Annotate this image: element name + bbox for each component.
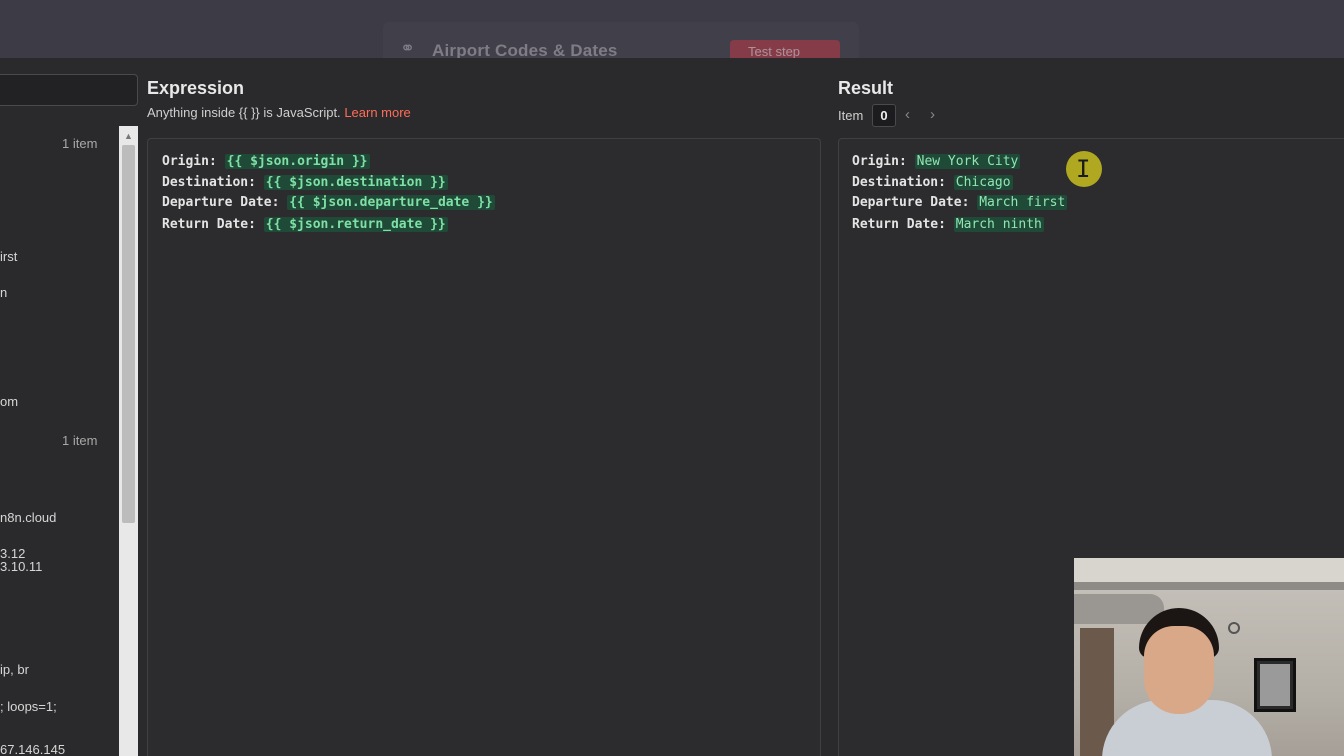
- result-line: Origin: New York City: [852, 154, 1021, 169]
- input-value-fragment: 67.146.145: [0, 742, 66, 756]
- input-value-fragment: 3.10.11: [0, 559, 43, 574]
- scrollbar-thumb[interactable]: [122, 145, 135, 523]
- webcam-ceiling: [1074, 558, 1344, 584]
- link-icon: ⚭: [400, 38, 416, 58]
- top-bar: ⚭ Airport Codes & Dates Test step: [0, 0, 1344, 60]
- result-line-label: Destination:: [852, 175, 946, 190]
- result-line-label: Return Date:: [852, 217, 946, 232]
- webcam-lamp: [1228, 622, 1240, 634]
- input-item-count: 1 item: [62, 433, 98, 448]
- result-value: March first: [977, 195, 1068, 210]
- webcam-pipe: [1074, 582, 1344, 590]
- expression-line: Departure Date: {{ $json.departure_date …: [162, 195, 495, 210]
- result-value: March ninth: [953, 217, 1044, 232]
- scroll-up-arrow-icon[interactable]: ▲: [119, 128, 138, 144]
- input-item-count: 1 item: [62, 136, 98, 151]
- expression-line: Destination: {{ $json.destination }}: [162, 175, 448, 190]
- expression-token: {{ $json.destination }}: [263, 175, 448, 190]
- result-value: New York City: [914, 154, 1021, 169]
- webcam-overlay: [1074, 558, 1344, 756]
- input-value-fragment: ip, br: [0, 662, 29, 677]
- result-line-label: Departure Date:: [852, 195, 970, 210]
- input-value-fragment: ; loops=1;: [0, 699, 57, 714]
- expression-line-label: Departure Date:: [162, 195, 280, 210]
- input-value-fragment: n8n.cloud: [0, 510, 57, 525]
- expression-title: Expression: [147, 78, 245, 98]
- result-line: Destination: Chicago: [852, 175, 1013, 190]
- learn-more-link[interactable]: Learn more: [344, 105, 410, 120]
- input-value-fragment: irst: [0, 249, 18, 264]
- expression-line: Origin: {{ $json.origin }}: [162, 154, 370, 169]
- text-cursor-icon: I: [1076, 155, 1091, 183]
- input-value-fragment: n: [0, 285, 8, 300]
- expression-hint: Anything inside {{ }} is JavaScript. Lea…: [147, 105, 411, 120]
- item-index-input[interactable]: 0: [872, 104, 896, 127]
- expression-token: {{ $json.departure_date }}: [287, 195, 495, 210]
- result-line: Departure Date: March first: [852, 195, 1068, 210]
- webcam-person-head: [1144, 626, 1214, 714]
- result-line: Return Date: March ninth: [852, 217, 1044, 232]
- expression-line-label: Origin:: [162, 154, 217, 169]
- input-value-fragment: om: [0, 394, 19, 409]
- expression-line-label: Destination:: [162, 175, 256, 190]
- result-title: Result: [838, 78, 894, 98]
- item-label: Item: [838, 108, 864, 123]
- chevron-right-icon[interactable]: ›: [930, 106, 935, 123]
- expression-token: {{ $json.return_date }}: [263, 217, 448, 232]
- result-line-label: Origin:: [852, 154, 907, 169]
- webcam-picture: [1260, 664, 1290, 706]
- expression-token: {{ $json.origin }}: [224, 154, 370, 169]
- expression-line-label: Return Date:: [162, 217, 256, 232]
- expression-hint-text: Anything inside {{ }} is JavaScript.: [147, 105, 341, 120]
- input-search-field[interactable]: [0, 74, 138, 106]
- test-step-button[interactable]: Test step: [730, 40, 840, 58]
- result-value: Chicago: [953, 175, 1013, 190]
- chevron-left-icon[interactable]: ‹: [905, 106, 910, 123]
- expression-line: Return Date: {{ $json.return_date }}: [162, 217, 448, 232]
